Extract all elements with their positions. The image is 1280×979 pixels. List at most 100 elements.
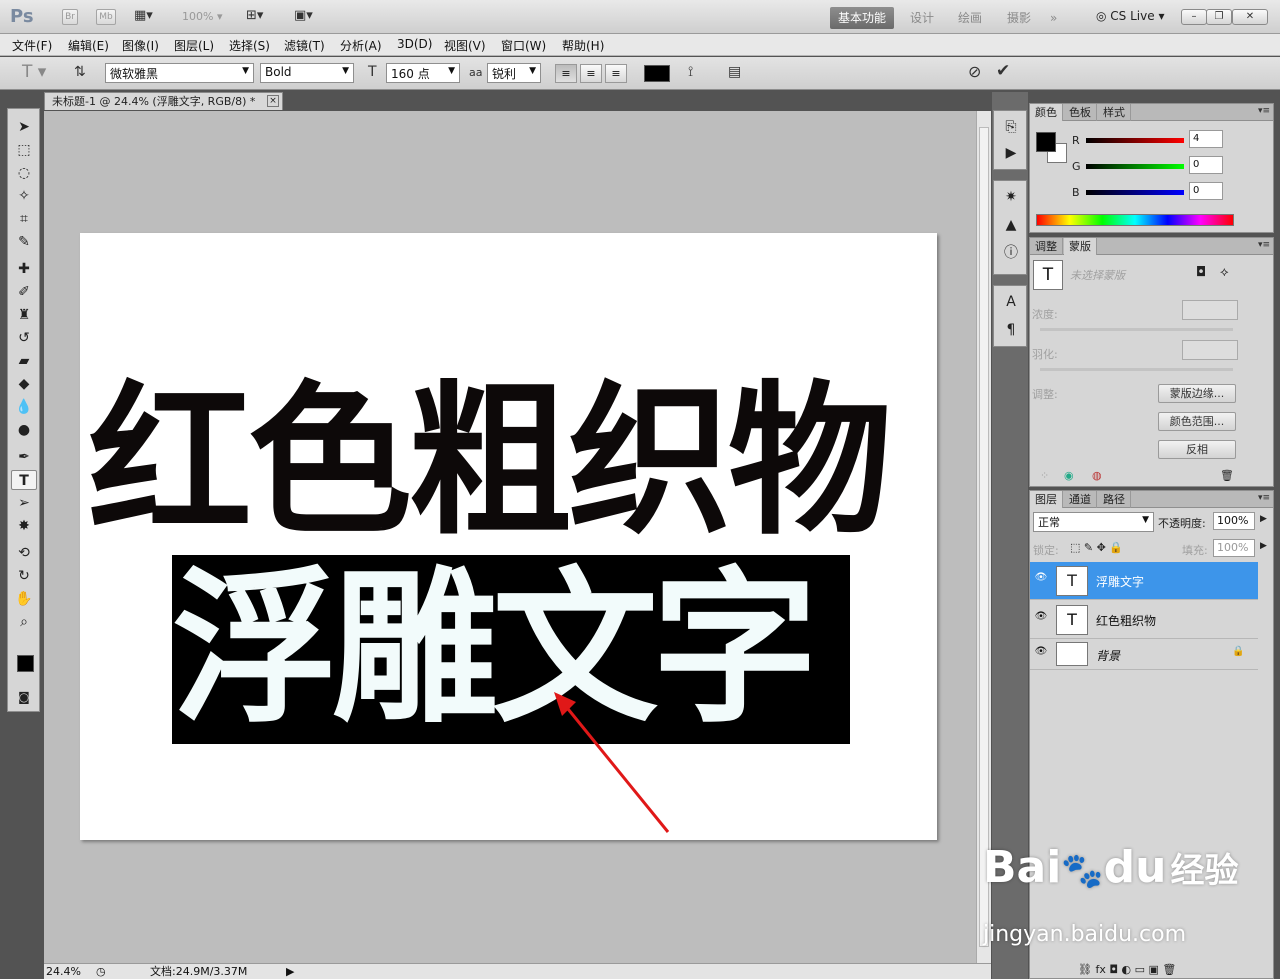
3d-rotate-tool-icon[interactable]: ⟲ bbox=[11, 543, 37, 563]
r-slider[interactable] bbox=[1086, 138, 1184, 143]
add-vector-mask-icon[interactable]: ⟡ bbox=[1220, 265, 1229, 280]
type-tool-icon[interactable]: T bbox=[11, 470, 37, 490]
paragraph-panel-icon[interactable]: ¶ bbox=[1001, 320, 1021, 340]
workspace-photography[interactable]: 摄影 bbox=[999, 7, 1039, 29]
density-input[interactable] bbox=[1182, 300, 1238, 320]
menu-3d[interactable]: 3D(D) bbox=[397, 37, 432, 51]
minimize-button[interactable]: – bbox=[1181, 9, 1207, 25]
info-panel-icon[interactable]: ⓘ bbox=[1001, 243, 1021, 263]
paint-bucket-tool-icon[interactable]: ◆ bbox=[11, 374, 37, 394]
zoom-level-select[interactable]: 100% ▾ bbox=[182, 10, 222, 23]
menu-analysis[interactable]: 分析(A) bbox=[340, 37, 382, 54]
layer-name[interactable]: 浮雕文字 bbox=[1096, 573, 1144, 590]
invert-button[interactable]: 反相 bbox=[1158, 440, 1236, 459]
delete-mask-icon[interactable]: 🗑 bbox=[1220, 469, 1234, 482]
toggle-text-orientation-icon[interactable]: ⇅ bbox=[74, 64, 86, 80]
view-extras-icon[interactable]: ▦▾ bbox=[134, 8, 153, 23]
disable-mask-icon[interactable]: ◍ bbox=[1092, 469, 1102, 482]
history-panel-icon[interactable]: ⎘ bbox=[1001, 117, 1021, 137]
menu-view[interactable]: 视图(V) bbox=[444, 37, 486, 54]
actions-panel-icon[interactable]: ▶ bbox=[1001, 143, 1021, 163]
commit-edits-icon[interactable]: ✔ bbox=[996, 61, 1010, 81]
layer-row-emboss-text[interactable]: 👁 T 浮雕文字 bbox=[1030, 562, 1258, 600]
eraser-tool-icon[interactable]: ▰ bbox=[11, 351, 37, 371]
arrange-documents-icon[interactable]: ⊞▾ bbox=[246, 8, 263, 23]
type-tool-preset-icon[interactable]: T ▾ bbox=[22, 62, 46, 82]
r-value-input[interactable]: 4 bbox=[1189, 130, 1223, 148]
bridge-button[interactable]: Br bbox=[62, 9, 78, 25]
history-brush-tool-icon[interactable]: ↺ bbox=[11, 328, 37, 348]
scrollbar-thumb[interactable] bbox=[979, 127, 989, 947]
g-slider[interactable] bbox=[1086, 164, 1184, 169]
tab-swatches[interactable]: 色板 bbox=[1064, 104, 1097, 121]
panel-menu-icon[interactable]: ▾≡ bbox=[1258, 493, 1270, 503]
layer-visibility-icon[interactable]: 👁 bbox=[1033, 646, 1049, 662]
opacity-arrow-icon[interactable]: ▶ bbox=[1260, 514, 1267, 524]
tab-color[interactable]: 颜色 bbox=[1030, 104, 1063, 121]
status-menu-arrow-icon[interactable]: ▶ bbox=[286, 964, 294, 979]
quick-selection-tool-icon[interactable]: ✧ bbox=[11, 186, 37, 206]
menu-filter[interactable]: 滤镜(T) bbox=[284, 37, 325, 54]
hand-tool-icon[interactable]: ✋ bbox=[11, 589, 37, 609]
menu-file[interactable]: 文件(F) bbox=[12, 37, 52, 54]
menu-edit[interactable]: 编辑(E) bbox=[68, 37, 109, 54]
lock-icons[interactable]: ⬚ ✎ ✥ 🔒 bbox=[1070, 541, 1123, 554]
navigator-panel-icon[interactable]: ✷ bbox=[1001, 187, 1021, 207]
status-info-icon[interactable]: ◷ bbox=[96, 964, 106, 979]
menu-select[interactable]: 选择(S) bbox=[229, 37, 270, 54]
text-layer-emboss-text[interactable]: 浮雕文字 bbox=[172, 557, 818, 743]
load-selection-icon[interactable]: ⁘ bbox=[1040, 469, 1049, 482]
brush-tool-icon[interactable]: ✐ bbox=[11, 282, 37, 302]
cs-live-menu[interactable]: ◎ CS Live ▾ bbox=[1096, 9, 1164, 23]
tab-paths[interactable]: 路径 bbox=[1098, 491, 1131, 508]
foreground-color-swatch[interactable] bbox=[17, 655, 34, 672]
vertical-scrollbar[interactable] bbox=[976, 111, 991, 963]
b-slider[interactable] bbox=[1086, 190, 1184, 195]
workspace-essentials[interactable]: 基本功能 bbox=[830, 7, 895, 29]
layer-visibility-icon[interactable]: 👁 bbox=[1033, 611, 1049, 627]
b-value-input[interactable]: 0 bbox=[1189, 182, 1223, 200]
g-value-input[interactable]: 0 bbox=[1189, 156, 1223, 174]
layer-name[interactable]: 红色粗织物 bbox=[1096, 612, 1156, 629]
foreground-color-chip[interactable] bbox=[1036, 132, 1056, 152]
blend-mode-select[interactable]: 正常 ▼ bbox=[1033, 512, 1154, 532]
move-tool-icon[interactable]: ➤ bbox=[11, 117, 37, 137]
lasso-tool-icon[interactable]: ◌ bbox=[11, 163, 37, 183]
status-zoom[interactable]: 24.4% bbox=[46, 964, 81, 979]
antialias-select[interactable]: 锐利 ▼ bbox=[487, 63, 541, 83]
pen-tool-icon[interactable]: ✒ bbox=[11, 447, 37, 467]
text-layer-red-fabric[interactable]: 红色粗织物 bbox=[88, 373, 928, 551]
menu-image[interactable]: 图像(I) bbox=[122, 37, 159, 54]
font-size-select[interactable]: 160 点 ▼ bbox=[386, 63, 460, 83]
eyedropper-tool-icon[interactable]: ✎ bbox=[11, 232, 37, 252]
crop-tool-icon[interactable]: ⌗ bbox=[11, 209, 37, 229]
path-selection-tool-icon[interactable]: ➢ bbox=[11, 493, 37, 513]
mask-edge-button[interactable]: 蒙版边缘... bbox=[1158, 384, 1236, 403]
feather-slider[interactable] bbox=[1040, 368, 1233, 371]
color-spectrum-bar[interactable] bbox=[1036, 214, 1234, 226]
font-family-select[interactable]: 微软雅黑 ▼ bbox=[105, 63, 254, 83]
layer-row-red-fabric[interactable]: 👁 T 红色粗织物 bbox=[1030, 601, 1258, 639]
restore-button[interactable]: ❐ bbox=[1206, 9, 1232, 25]
clone-stamp-tool-icon[interactable]: ♜ bbox=[11, 305, 37, 325]
align-right-button[interactable]: ≡ bbox=[605, 64, 627, 83]
workspace-painting[interactable]: 绘画 bbox=[950, 7, 990, 29]
mini-bridge-button[interactable]: Mb bbox=[96, 9, 116, 25]
screen-mode-icon[interactable]: ▣▾ bbox=[294, 8, 313, 23]
fill-input[interactable]: 100% bbox=[1213, 539, 1255, 557]
warp-text-icon[interactable]: ⟟ bbox=[688, 64, 693, 80]
document-canvas[interactable]: 红色粗织物 浮雕文字 bbox=[80, 233, 937, 840]
panel-menu-icon[interactable]: ▾≡ bbox=[1258, 106, 1270, 116]
quick-mask-icon[interactable]: ◙ bbox=[11, 687, 37, 707]
workspace-design[interactable]: 设计 bbox=[902, 7, 942, 29]
text-color-swatch[interactable] bbox=[644, 65, 670, 82]
panel-menu-icon[interactable]: ▾≡ bbox=[1258, 240, 1270, 250]
menu-help[interactable]: 帮助(H) bbox=[562, 37, 604, 54]
align-center-button[interactable]: ≡ bbox=[580, 64, 602, 83]
menu-window[interactable]: 窗口(W) bbox=[501, 37, 546, 54]
character-panel-icon[interactable]: A bbox=[1001, 292, 1021, 312]
workspace-more-button[interactable]: » bbox=[1042, 7, 1065, 29]
align-left-button[interactable]: ≡ bbox=[555, 64, 577, 83]
character-panel-toggle-icon[interactable]: ▤ bbox=[728, 64, 741, 80]
font-style-select[interactable]: Bold ▼ bbox=[260, 63, 354, 83]
